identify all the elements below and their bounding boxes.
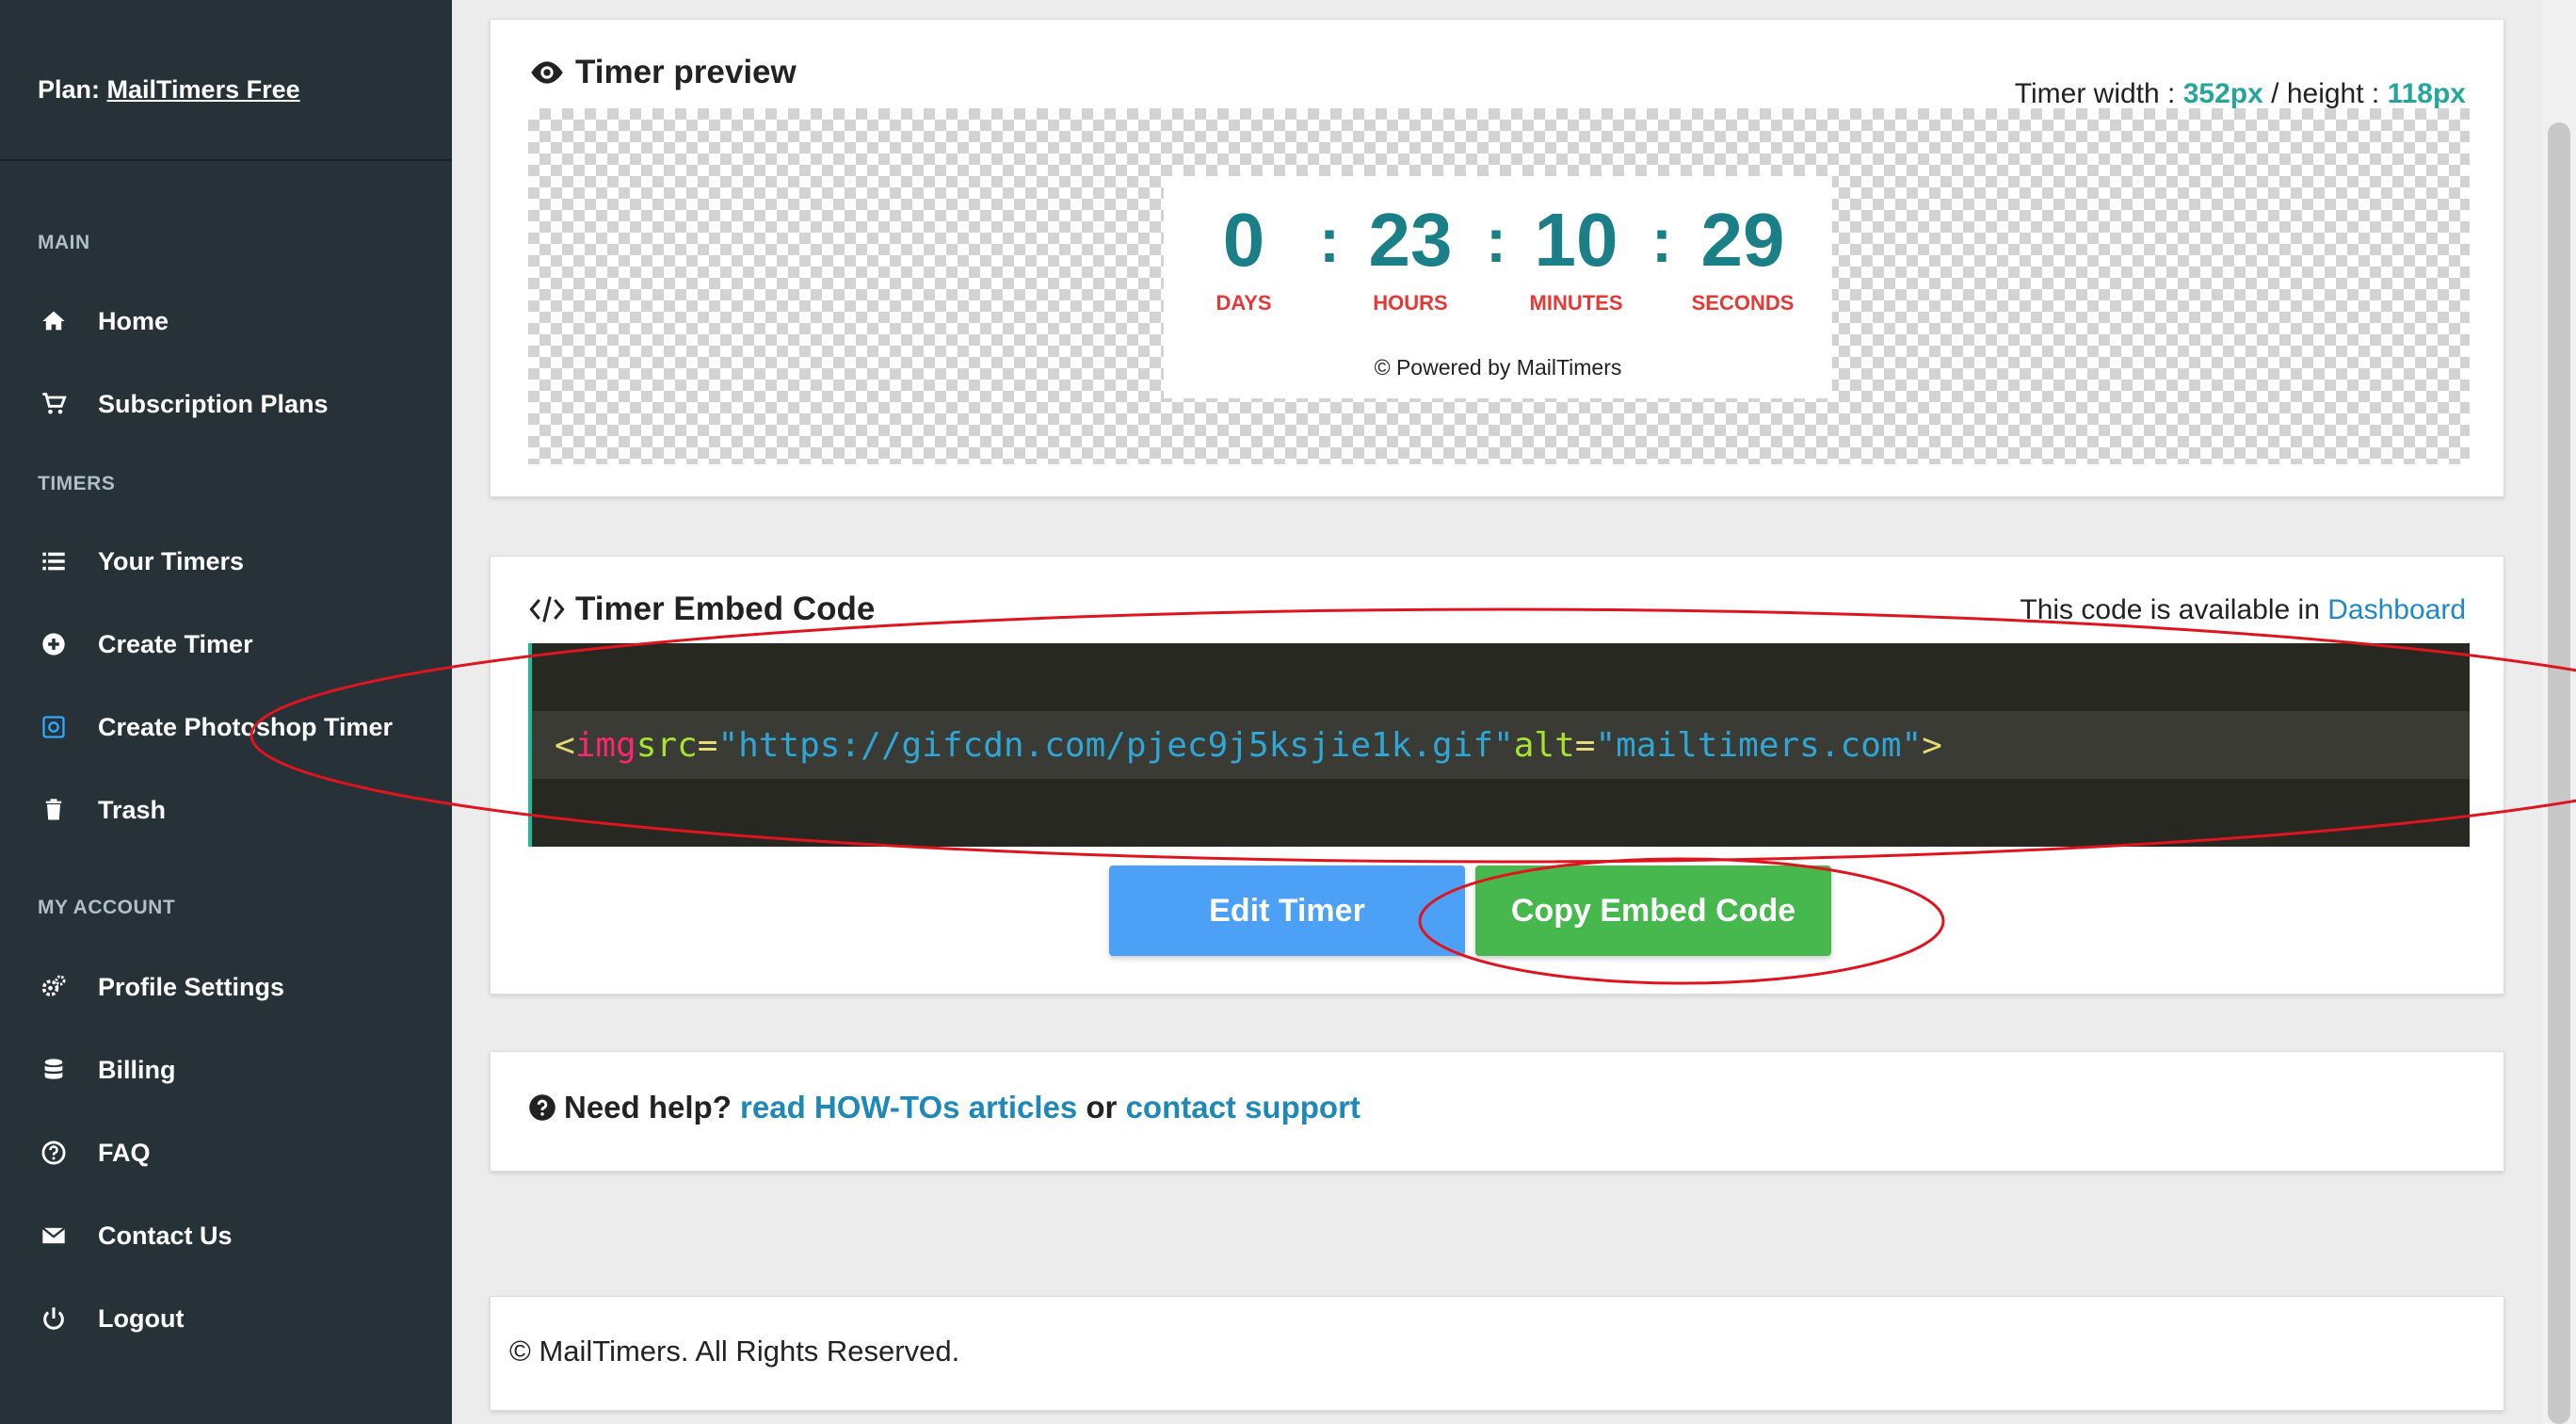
seconds-value: 29 — [1700, 198, 1785, 282]
howto-articles-link[interactable]: read HOW-TOs articles — [740, 1090, 1077, 1125]
copyright-text: © MailTimers. All Rights Reserved. — [509, 1335, 960, 1367]
dashboard-link[interactable]: Dashboard — [2327, 594, 2466, 625]
code-line[interactable]: < img src = "https://gifcdn.com/pjec9j5ksji… — [532, 711, 2470, 779]
page-scrollbar[interactable] — [2542, 0, 2576, 1424]
transparent-background: 0 DAYS : 23 HOURS : 10 MINUTES : 29 SECO… — [528, 108, 2470, 464]
plan-link[interactable]: MailTimers Free — [107, 75, 300, 104]
section-main: MAIN — [38, 232, 90, 253]
embed-title: Timer Embed Code — [528, 591, 875, 628]
availability-text: This code is available in — [2020, 594, 2320, 625]
code-open: < — [555, 725, 575, 765]
sidebar-item-profile-settings[interactable]: Profile Settings — [38, 964, 433, 1010]
help-text: Need help? read HOW-TOs articles or cont… — [528, 1090, 1360, 1125]
code-tag: img — [574, 725, 636, 765]
sidebar-item-label: Logout — [98, 1303, 185, 1333]
height-value: 118px — [2387, 78, 2466, 109]
timer-days: 0 DAYS — [1164, 202, 1324, 316]
sidebar-item-home[interactable]: Home — [38, 299, 433, 344]
code-attr-src: src — [636, 725, 698, 765]
plan-prefix: Plan: — [38, 75, 101, 104]
copy-embed-code-button[interactable]: Copy Embed Code — [1475, 866, 1831, 956]
embed-title-text: Timer Embed Code — [575, 591, 876, 627]
sidebar-item-label: Subscription Plans — [98, 389, 329, 418]
sidebar-item-label: Your Timers — [98, 546, 245, 575]
code-alt-value: "mailtimers.com" — [1595, 725, 1923, 765]
minutes-value: 10 — [1534, 198, 1618, 282]
sidebar-divider — [0, 159, 452, 161]
help-prefix: Need help? — [564, 1090, 732, 1125]
hours-label: HOURS — [1373, 291, 1448, 315]
sidebar-item-your-timers[interactable]: Your Timers — [38, 539, 433, 584]
help-or: or — [1086, 1090, 1118, 1125]
eye-icon — [531, 61, 563, 84]
countdown-timer: 0 DAYS : 23 HOURS : 10 MINUTES : 29 SECO… — [1164, 176, 1832, 398]
sidebar-item-label: Contact Us — [98, 1221, 233, 1250]
embed-code-block[interactable]: < img src = "https://gifcdn.com/pjec9j5ksji… — [528, 643, 2470, 847]
sidebar-item-label: Home — [98, 306, 169, 335]
sidebar-item-contact-us[interactable]: Contact Us — [38, 1213, 433, 1258]
sidebar-item-faq[interactable]: FAQ — [38, 1130, 433, 1175]
photoshop-icon — [38, 711, 70, 743]
sidebar-item-label: Create Photoshop Timer — [98, 712, 394, 741]
code-attr-alt: alt — [1513, 725, 1575, 765]
footer: © MailTimers. All Rights Reserved. — [490, 1296, 2504, 1411]
timer-dimensions: Timer width : 352px / height : 118px — [2015, 78, 2466, 110]
plan-info: Plan: MailTimers Free — [38, 75, 300, 105]
envelope-icon — [38, 1220, 70, 1252]
database-icon — [38, 1054, 70, 1086]
code-src-value: "https://gifcdn.com/pjec9j5ksjie1k.gif" — [717, 725, 1514, 765]
section-my-account: MY ACCOUNT — [38, 897, 176, 918]
edit-timer-button[interactable]: Edit Timer — [1109, 866, 1465, 956]
gears-icon — [38, 971, 70, 1003]
sidebar-item-trash[interactable]: Trash — [38, 787, 433, 833]
sidebar-item-logout[interactable]: Logout — [38, 1296, 433, 1341]
height-label: / height : — [2271, 78, 2380, 109]
contact-support-link[interactable]: contact support — [1126, 1090, 1360, 1125]
sidebar-item-label: Create Timer — [98, 629, 253, 658]
sidebar: Plan: MailTimers Free MAIN Home Subscrip… — [0, 0, 452, 1424]
sidebar-item-label: Billing — [98, 1055, 176, 1084]
preview-title-text: Timer preview — [575, 54, 797, 90]
code-close: > — [1922, 725, 1942, 765]
timer-hours: 23 HOURS — [1330, 202, 1490, 316]
code-equals: = — [697, 725, 718, 765]
seconds-label: SECONDS — [1691, 291, 1795, 315]
scrollbar-thumb[interactable] — [2548, 122, 2570, 1424]
hours-value: 23 — [1368, 198, 1453, 282]
power-icon — [38, 1303, 70, 1335]
question-circle-icon — [529, 1094, 555, 1121]
width-value: 352px — [2182, 78, 2263, 109]
code-icon — [529, 596, 565, 623]
timer-minutes: 10 MINUTES — [1496, 202, 1656, 316]
home-icon — [38, 305, 70, 337]
sidebar-item-subscription-plans[interactable]: Subscription Plans — [38, 381, 433, 427]
code-equals: = — [1574, 725, 1596, 765]
sidebar-item-label: Trash — [98, 795, 167, 824]
minutes-label: MINUTES — [1529, 291, 1623, 315]
timer-preview-card: Timer preview Timer width : 352px / heig… — [490, 19, 2504, 497]
sidebar-item-label: FAQ — [98, 1138, 151, 1167]
embed-code-card: Timer Embed Code This code is available … — [490, 556, 2504, 995]
powered-by: © Powered by MailTimers — [1374, 355, 1622, 380]
days-label: DAYS — [1216, 291, 1272, 315]
sidebar-item-billing[interactable]: Billing — [38, 1047, 433, 1092]
list-icon — [38, 545, 70, 577]
sidebar-item-create-photoshop-timer[interactable]: Create Photoshop Timer — [38, 704, 433, 750]
question-circle-icon — [38, 1137, 70, 1169]
days-value: 0 — [1222, 198, 1265, 282]
timer-seconds: 29 SECONDS — [1663, 202, 1823, 316]
width-label: Timer width : — [2014, 78, 2176, 109]
help-card: Need help? read HOW-TOs articles or cont… — [490, 1051, 2504, 1172]
preview-title: Timer preview — [528, 54, 797, 91]
code-availability: This code is available in Dashboard — [2020, 594, 2466, 626]
sidebar-item-create-timer[interactable]: Create Timer — [38, 622, 433, 667]
section-timers: TIMERS — [38, 473, 116, 494]
plus-circle-icon — [38, 628, 70, 660]
trash-icon — [38, 794, 70, 826]
cart-icon — [38, 388, 70, 420]
sidebar-item-label: Profile Settings — [98, 972, 285, 1001]
